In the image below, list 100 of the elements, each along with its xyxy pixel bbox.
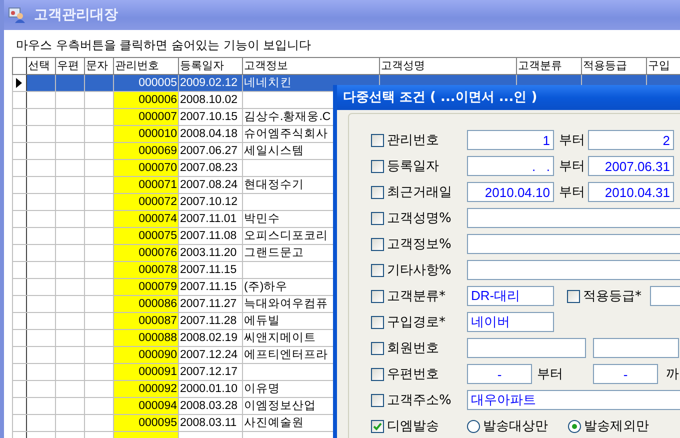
table-cell: 000070 — [114, 160, 178, 176]
column-header[interactable]: 구입 — [646, 58, 680, 74]
row-selector[interactable] — [12, 194, 26, 210]
input-field[interactable] — [467, 260, 680, 280]
checkbox[interactable] — [371, 160, 384, 172]
input-field[interactable]: 2010.04.31 — [588, 182, 674, 202]
table-cell: 2007.06.27 — [178, 142, 242, 160]
row-selector[interactable] — [12, 108, 26, 126]
table-cell: 2007.08.24 — [178, 176, 242, 194]
input-field[interactable] — [650, 286, 680, 306]
checkbox[interactable] — [371, 212, 384, 224]
input-field[interactable] — [467, 338, 586, 358]
checkbox[interactable] — [567, 290, 580, 302]
column-header[interactable]: 고객정보 — [242, 58, 380, 74]
radio-label: 발송제외만 — [584, 418, 649, 435]
checkbox[interactable] — [371, 394, 384, 406]
field-label: 적용등급* — [583, 288, 642, 305]
field-label: 기타사항% — [387, 262, 452, 279]
row-selector[interactable] — [12, 398, 26, 414]
input-field[interactable]: . . — [467, 156, 554, 176]
field-label: 고객성명% — [387, 210, 452, 227]
input-field[interactable]: DR-대리 — [467, 286, 554, 306]
column-header[interactable]: 등록일자 — [178, 58, 242, 74]
row-selector[interactable] — [12, 74, 26, 92]
input-field[interactable]: 2010.04.10 — [467, 182, 554, 202]
table-cell: 2009.02.12 — [178, 74, 242, 92]
table-cell: 000007 — [114, 108, 178, 126]
field-label: 관리번호 — [387, 132, 439, 149]
column-header[interactable]: 관리번호 — [114, 58, 178, 74]
table-cell: 2007.08.23 — [178, 160, 242, 176]
table-cell: 000090 — [114, 346, 178, 364]
row-selector[interactable] — [12, 142, 26, 160]
row-selector[interactable] — [12, 312, 26, 330]
checkbox[interactable] — [371, 420, 384, 432]
table-cell: 2007.11.01 — [178, 210, 242, 228]
table-cell: 000078 — [114, 262, 178, 278]
input-field[interactable] — [467, 208, 680, 228]
checkbox[interactable] — [371, 134, 384, 146]
field-label: 구입경로* — [387, 314, 446, 331]
input-field[interactable] — [467, 234, 680, 254]
table-cell: 2007.12.17 — [178, 364, 242, 380]
window-title: 고객관리대장 — [34, 6, 118, 24]
table-cell: 2008.02.19 — [178, 330, 242, 346]
field-label: 우편번호 — [387, 366, 439, 383]
checkbox[interactable] — [371, 290, 384, 302]
checkbox[interactable] — [371, 186, 384, 198]
input-field[interactable]: 2007.06.31 — [588, 156, 674, 176]
checkbox[interactable] — [371, 264, 384, 276]
table-cell: 000006 — [114, 92, 178, 108]
field-label: 등록일자 — [387, 158, 439, 175]
row-selector[interactable] — [12, 160, 26, 176]
table-cell: 000005 — [114, 74, 178, 92]
row-selector[interactable] — [12, 262, 26, 278]
field-label: 고객정보% — [387, 236, 452, 253]
column-header[interactable]: 문자 — [84, 58, 114, 74]
row-selector[interactable] — [12, 380, 26, 398]
row-selector[interactable] — [12, 210, 26, 228]
radio-button[interactable] — [467, 420, 480, 432]
table-cell: 000075 — [114, 228, 178, 244]
range-label: 부터 — [558, 158, 586, 175]
column-header[interactable]: 선택 — [26, 58, 56, 74]
row-selector[interactable] — [12, 278, 26, 296]
table-cell: 000086 — [114, 296, 178, 312]
input-field[interactable]: 네이버 — [467, 312, 554, 332]
field-label: 회원번호 — [387, 340, 439, 357]
checkbox[interactable] — [371, 316, 384, 328]
checkbox[interactable] — [371, 238, 384, 250]
row-selector[interactable] — [12, 228, 26, 244]
input-field[interactable]: 대우아파트 — [467, 390, 680, 410]
row-selector[interactable] — [12, 92, 26, 108]
input-field[interactable]: - — [467, 364, 532, 384]
row-selector[interactable] — [12, 364, 26, 380]
table-cell: 000091 — [114, 364, 178, 380]
people-icon — [8, 6, 26, 24]
row-selector[interactable] — [12, 330, 26, 346]
input-field[interactable] — [593, 338, 679, 358]
input-field[interactable]: 2 — [588, 130, 674, 150]
column-header[interactable]: 우편 — [56, 58, 84, 74]
row-selector[interactable] — [12, 244, 26, 262]
table-cell: 000074 — [114, 210, 178, 228]
column-header[interactable]: 고객분류 — [516, 58, 582, 74]
checkbox[interactable] — [371, 342, 384, 354]
table-cell: 000071 — [114, 176, 178, 194]
checkbox[interactable] — [371, 368, 384, 380]
row-selector[interactable] — [12, 346, 26, 364]
table-cell: 000092 — [114, 380, 178, 398]
row-selector[interactable] — [12, 296, 26, 312]
field-label: 최근거래일 — [387, 184, 452, 201]
row-selector[interactable] — [12, 126, 26, 142]
table-cell: 2007.11.27 — [178, 296, 242, 312]
row-selector[interactable] — [12, 176, 26, 194]
column-header[interactable]: 고객성명 — [380, 58, 516, 74]
input-field[interactable]: - — [593, 364, 658, 384]
table-cell: 000079 — [114, 278, 178, 296]
column-header[interactable]: 적용등급 — [582, 58, 646, 74]
input-field[interactable]: 1 — [467, 130, 554, 150]
row-selector[interactable] — [12, 414, 26, 432]
field-label: 고객분류* — [387, 288, 446, 305]
table-cell: 000095 — [114, 414, 178, 432]
radio-button[interactable] — [568, 420, 581, 432]
